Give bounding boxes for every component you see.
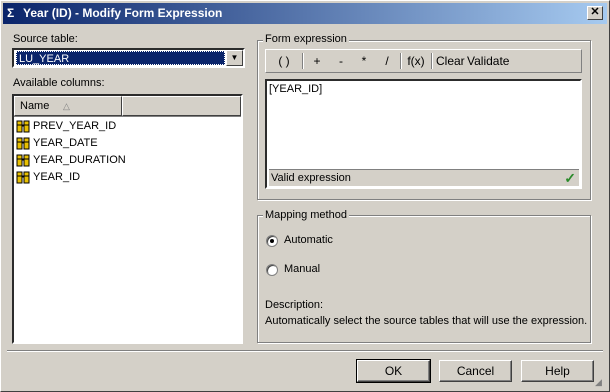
- parentheses-button[interactable]: ( ): [270, 52, 298, 70]
- attribute-column-icon: [16, 119, 31, 134]
- validate-button[interactable]: Validate: [467, 52, 509, 70]
- expression-text: [YEAR_ID]: [269, 83, 323, 95]
- help-button[interactable]: Help: [521, 360, 594, 382]
- automatic-radio[interactable]: [266, 235, 278, 247]
- attribute-column-icon: [16, 136, 31, 151]
- function-button[interactable]: f(x): [404, 52, 428, 70]
- chevron-down-icon: ▼: [230, 53, 239, 62]
- column-header-name[interactable]: Name △: [14, 96, 122, 116]
- toolbar-separator: [431, 53, 433, 69]
- checkmark-icon: ✓: [564, 170, 576, 186]
- title-bar[interactable]: Σ Year (ID) - Modify Form Expression ✕: [3, 3, 607, 24]
- toolbar-separator: [400, 53, 402, 69]
- validation-status-bar: Valid expression ✓: [269, 169, 579, 186]
- source-table-label: Source table:: [13, 33, 78, 45]
- cancel-button[interactable]: Cancel: [439, 360, 512, 382]
- expression-toolbar: ( ) + - * / f(x) Clear Validate: [265, 49, 582, 73]
- list-item-label: YEAR_ID: [33, 171, 81, 183]
- list-item-label: YEAR_DATE: [33, 137, 98, 149]
- mapping-method-group-label: Mapping method: [263, 209, 349, 221]
- list-item[interactable]: YEAR_DURATION: [16, 152, 126, 169]
- bottom-divider: [7, 350, 603, 352]
- attribute-column-icon: [16, 170, 31, 185]
- close-icon: ✕: [590, 6, 600, 18]
- radio-selected-dot: [270, 239, 274, 243]
- list-item[interactable]: PREV_YEAR_ID: [16, 118, 116, 135]
- modify-form-expression-dialog: Σ Year (ID) - Modify Form Expression ✕ S…: [0, 0, 610, 392]
- ok-button[interactable]: OK: [356, 359, 431, 383]
- description-text: Automatically select the source tables t…: [265, 315, 588, 327]
- dropdown-arrow-button[interactable]: ▼: [226, 50, 243, 66]
- window-title: Year (ID) - Modify Form Expression: [23, 6, 223, 20]
- list-item[interactable]: YEAR_DATE: [16, 135, 98, 152]
- automatic-radio-label[interactable]: Automatic: [284, 234, 333, 246]
- minus-button[interactable]: -: [332, 52, 350, 70]
- description-label: Description:: [265, 299, 324, 311]
- list-item[interactable]: YEAR_ID: [16, 169, 80, 186]
- list-item-label: YEAR_DURATION: [33, 154, 126, 166]
- divide-button[interactable]: /: [378, 52, 396, 70]
- sort-ascending-icon: △: [63, 101, 70, 111]
- column-header-label: Name: [20, 100, 50, 112]
- form-expression-group-label: Form expression: [263, 33, 349, 45]
- source-table-value: LU_YEAR: [16, 51, 225, 65]
- resize-grip-icon[interactable]: ◢: [595, 377, 607, 389]
- close-button[interactable]: ✕: [587, 6, 603, 20]
- manual-radio[interactable]: [266, 264, 278, 276]
- attribute-column-icon: [16, 153, 31, 168]
- multiply-button[interactable]: *: [355, 52, 373, 70]
- available-columns-label: Available columns:: [13, 77, 105, 89]
- source-table-dropdown[interactable]: LU_YEAR ▼: [12, 48, 245, 68]
- column-header-empty[interactable]: [122, 96, 241, 116]
- toolbar-separator: [302, 53, 304, 69]
- sigma-icon: Σ: [7, 6, 15, 20]
- plus-button[interactable]: +: [308, 52, 326, 70]
- list-item-label: PREV_YEAR_ID: [33, 120, 117, 132]
- list-header: Name △: [14, 96, 241, 117]
- validation-status-text: Valid expression: [271, 172, 351, 184]
- available-columns-list[interactable]: Name △ PREV_YEAR_ID YEAR_DATE YEAR_DURATIO…: [12, 94, 243, 344]
- manual-radio-label[interactable]: Manual: [284, 263, 320, 275]
- clear-button[interactable]: Clear: [436, 52, 465, 70]
- expression-editor[interactable]: [YEAR_ID] Valid expression ✓: [265, 79, 582, 189]
